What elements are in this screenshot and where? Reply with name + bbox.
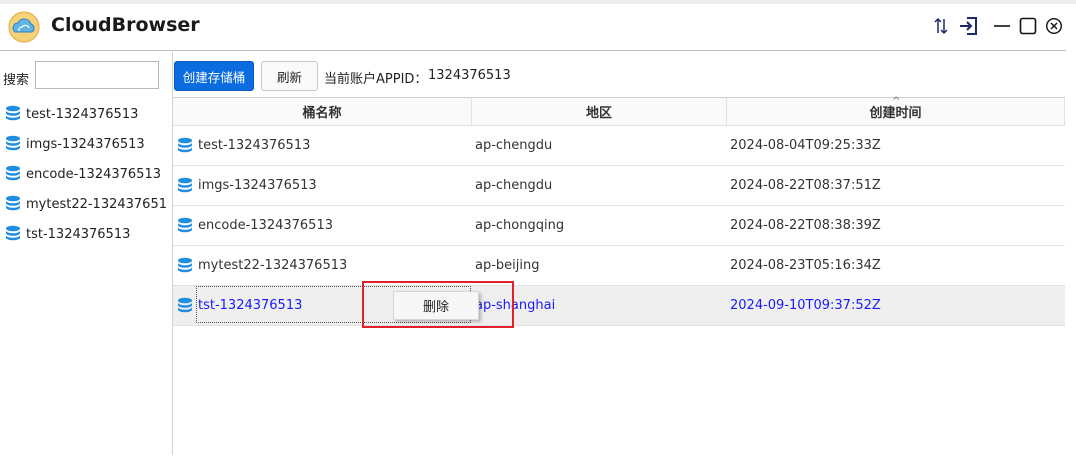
sidebar-bucket-item[interactable]: mytest22-132437651 — [0, 189, 172, 219]
bucket-name: test-1324376513 — [198, 138, 311, 153]
bucket-created-cell: 2024-08-04T09:25:33Z — [730, 138, 881, 153]
database-icon — [177, 177, 193, 195]
database-icon — [5, 225, 21, 243]
bucket-list: test-1324376513 imgs-1324376513 encode-132… — [0, 99, 172, 249]
appid-value: 1324376513 — [428, 68, 511, 83]
sidebar-bucket-label: mytest22-132437651 — [26, 196, 167, 212]
bucket-created-cell: 2024-08-23T05:16:34Z — [730, 258, 881, 273]
bucket-region-cell: ap-chengdu — [475, 178, 553, 193]
bucket-created-cell: 2024-08-22T08:38:39Z — [730, 218, 881, 233]
bucket-name-cell: mytest22-1324376513 — [177, 246, 347, 285]
table-row[interactable]: test-1324376513 ap-chengdu 2024-08-04T09:2… — [173, 126, 1065, 166]
login-icon[interactable] — [958, 16, 978, 36]
database-icon — [5, 195, 21, 213]
sidebar-bucket-label: imgs-1324376513 — [26, 136, 145, 152]
bucket-name: imgs-1324376513 — [198, 178, 317, 193]
sidebar-bucket-label: encode-1324376513 — [26, 166, 161, 182]
create-bucket-button[interactable]: 创建存储桶 — [174, 61, 254, 91]
bucket-name-cell: encode-1324376513 — [177, 206, 333, 245]
sidebar-bucket-item[interactable]: imgs-1324376513 — [0, 129, 172, 159]
table-row[interactable]: mytest22-1324376513 ap-beijing 2024-08-23T… — [173, 246, 1065, 286]
table-row[interactable]: imgs-1324376513 ap-chengdu 2024-08-22T08:3… — [173, 166, 1065, 206]
bucket-region-cell: ap-chongqing — [475, 218, 565, 233]
title-bar: CloudBrowser — [0, 4, 1076, 50]
search-input[interactable] — [35, 61, 159, 89]
bucket-name: mytest22-1324376513 — [198, 258, 348, 273]
refresh-button[interactable]: 刷新 — [261, 61, 318, 91]
bucket-table: 桶名称 地区 创建时间 ^ test-1324376513 ap-chengdu 2… — [173, 96, 1065, 456]
sidebar-bucket-label: tst-1324376513 — [26, 226, 131, 242]
sidebar: 搜索 test-1324376513 imgs-1324376513 encode-… — [0, 52, 173, 455]
close-icon[interactable] — [1045, 16, 1063, 36]
sidebar-bucket-item[interactable]: tst-1324376513 — [0, 219, 172, 249]
database-icon — [5, 135, 21, 153]
bucket-name-cell: imgs-1324376513 — [177, 166, 317, 205]
bucket-region-cell: ap-beijing — [475, 258, 540, 273]
column-header-name[interactable]: 桶名称 — [173, 98, 472, 125]
app-title: CloudBrowser — [51, 14, 200, 36]
context-menu: 删除 — [393, 291, 479, 320]
bucket-created-cell: 2024-08-22T08:37:51Z — [730, 178, 881, 193]
window-right-margin — [1066, 4, 1076, 455]
table-header: 桶名称 地区 创建时间 ^ — [173, 96, 1065, 126]
sort-icon[interactable] — [934, 16, 948, 36]
sidebar-bucket-label: test-1324376513 — [26, 106, 139, 122]
database-icon — [5, 105, 21, 123]
database-icon — [177, 137, 193, 155]
bucket-name-cell: tst-1324376513 — [177, 286, 302, 325]
sidebar-bucket-item[interactable]: test-1324376513 — [0, 99, 172, 129]
sidebar-bucket-item[interactable]: encode-1324376513 — [0, 159, 172, 189]
cloud-icon — [8, 11, 40, 43]
bucket-name: tst-1324376513 — [198, 298, 303, 313]
delete-menu-item[interactable]: 删除 — [394, 292, 478, 319]
database-icon — [177, 257, 193, 275]
database-icon — [5, 165, 21, 183]
column-header-region[interactable]: 地区 — [472, 98, 727, 125]
appid-label: 当前账户APPID： — [324, 72, 428, 87]
table-row[interactable]: encode-1324376513 ap-chongqing 2024-08-22T… — [173, 206, 1065, 246]
bucket-created-cell: 2024-09-10T09:37:52Z — [730, 298, 881, 313]
bucket-region-cell: ap-chengdu — [475, 138, 553, 153]
maximize-icon[interactable] — [1019, 16, 1037, 36]
title-separator — [0, 50, 1066, 51]
database-icon — [177, 297, 193, 315]
bucket-name: encode-1324376513 — [198, 218, 333, 233]
database-icon — [177, 217, 193, 235]
bucket-name-cell: test-1324376513 — [177, 126, 310, 165]
search-label: 搜索 — [3, 73, 30, 88]
minimize-icon[interactable] — [992, 16, 1012, 36]
table-row[interactable]: tst-1324376513 ap-shanghai 2024-09-10T09:3… — [173, 286, 1065, 326]
sort-indicator-icon: ^ — [892, 96, 901, 107]
